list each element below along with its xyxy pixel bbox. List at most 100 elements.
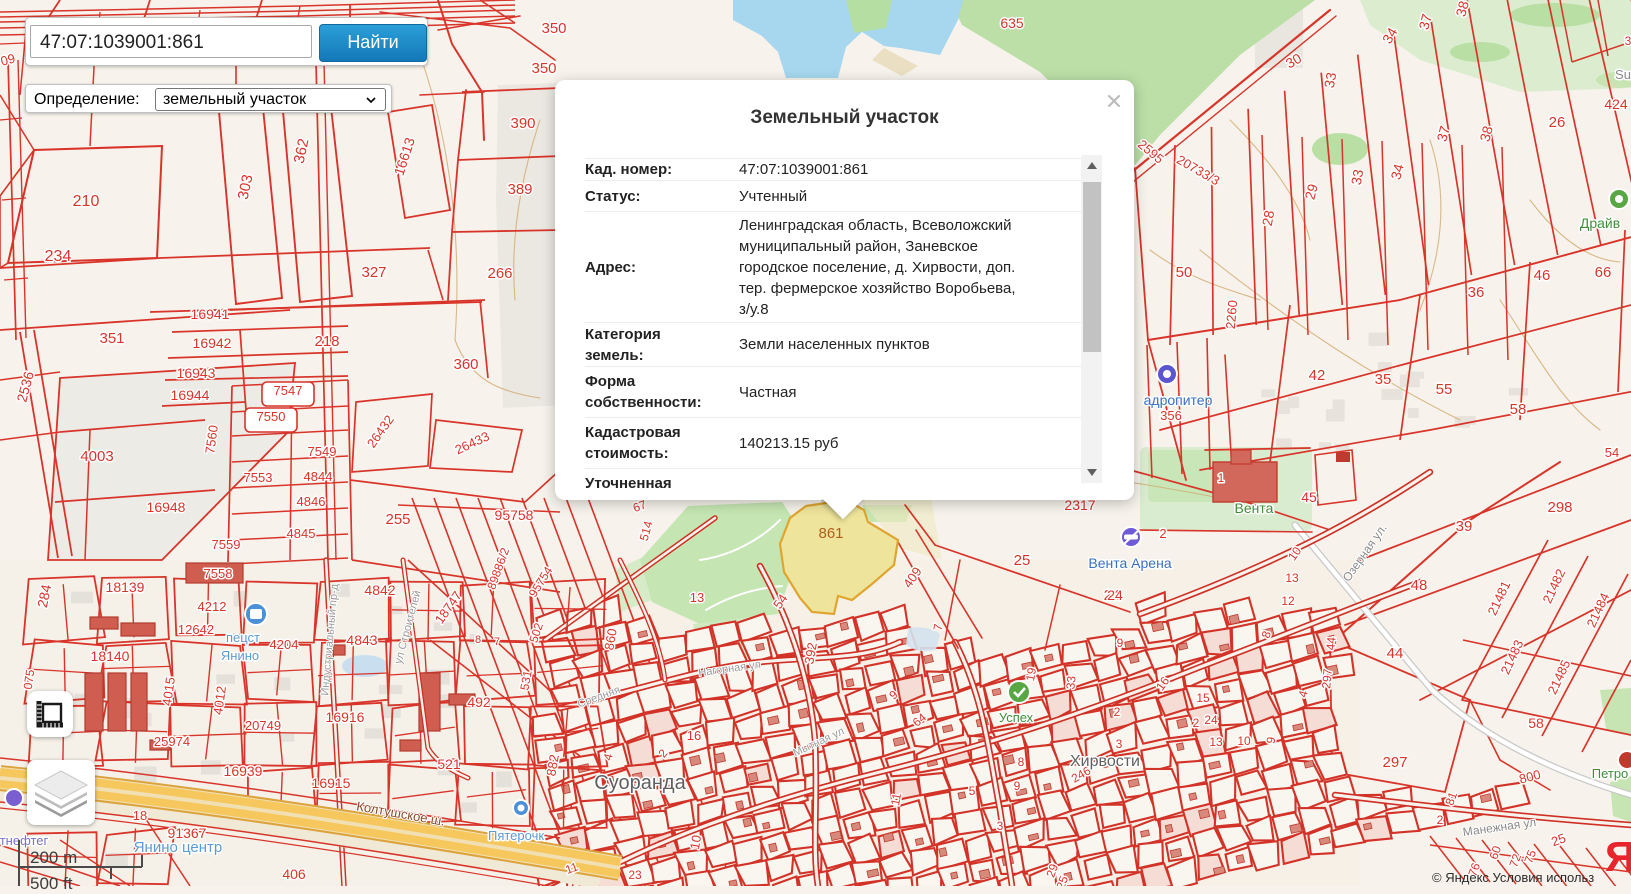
svg-text:Суоранда: Суоранда (594, 772, 686, 794)
svg-text:8: 8 (1018, 755, 1025, 769)
svg-text:Ян: Ян (1605, 833, 1631, 880)
svg-text:266: 266 (487, 265, 512, 282)
svg-text:55: 55 (1436, 381, 1453, 398)
svg-text:26: 26 (1549, 114, 1566, 131)
svg-text:218: 218 (314, 333, 339, 350)
svg-text:5: 5 (969, 784, 976, 798)
svg-text:4846: 4846 (297, 494, 326, 509)
svg-text:48: 48 (1411, 577, 1428, 594)
svg-text:Пятерочк: Пятерочк (488, 828, 544, 843)
svg-text:24: 24 (1204, 713, 1218, 727)
svg-text:58: 58 (1528, 715, 1544, 731)
svg-text:16916: 16916 (326, 709, 365, 725)
svg-text:42: 42 (1309, 367, 1326, 384)
svg-text:351: 351 (99, 330, 124, 347)
svg-text:7558: 7558 (204, 566, 233, 581)
svg-text:3: 3 (997, 819, 1004, 833)
svg-text:4844: 4844 (304, 469, 333, 484)
svg-text:7549: 7549 (308, 444, 337, 459)
svg-text:4842: 4842 (364, 582, 395, 598)
svg-text:© Яндекс Условия использ: © Яндекс Условия использ (1432, 870, 1594, 885)
svg-text:2: 2 (1114, 705, 1121, 719)
svg-text:360: 360 (453, 356, 478, 373)
svg-text:Su: Su (1615, 67, 1631, 82)
svg-text:350: 350 (541, 20, 566, 37)
svg-text:Драйв: Драйв (1580, 215, 1620, 231)
svg-text:521: 521 (437, 756, 461, 772)
svg-text:Хирвости: Хирвости (1070, 753, 1140, 770)
svg-text:33: 33 (1321, 71, 1339, 89)
svg-text:297: 297 (1319, 668, 1335, 689)
svg-text:16948: 16948 (147, 499, 186, 515)
svg-text:пецст: пецст (226, 630, 260, 645)
svg-text:16: 16 (687, 728, 701, 743)
svg-text:210: 210 (73, 193, 100, 210)
svg-text:58: 58 (1510, 401, 1527, 418)
svg-text:7547: 7547 (274, 383, 303, 398)
svg-text:20749: 20749 (245, 718, 281, 733)
svg-text:350: 350 (531, 60, 556, 77)
svg-text:9: 9 (1117, 636, 1124, 650)
svg-text:9: 9 (1014, 779, 1021, 793)
svg-text:45: 45 (1301, 489, 1317, 505)
svg-text:16942: 16942 (193, 335, 232, 351)
svg-text:2260: 2260 (1223, 300, 1240, 330)
svg-text:15: 15 (1196, 691, 1210, 705)
svg-text:4845: 4845 (287, 526, 316, 541)
svg-text:255: 255 (385, 511, 410, 528)
svg-text:12642: 12642 (178, 622, 214, 637)
svg-text:23: 23 (628, 868, 642, 882)
svg-text:12: 12 (1281, 594, 1295, 608)
svg-text:35: 35 (1375, 371, 1392, 388)
svg-text:3: 3 (1116, 737, 1123, 751)
svg-text:4212: 4212 (198, 599, 227, 614)
svg-text:7553: 7553 (244, 470, 273, 485)
svg-text:389: 389 (507, 181, 532, 198)
svg-text:54: 54 (1605, 445, 1619, 460)
svg-text:44: 44 (1323, 636, 1338, 651)
svg-text:Петро: Петро (1592, 766, 1629, 781)
svg-text:13: 13 (1209, 735, 1223, 749)
svg-text:33: 33 (1348, 168, 1366, 186)
svg-text:2: 2 (1193, 716, 1200, 730)
svg-text:50: 50 (1176, 264, 1193, 281)
svg-text:24: 24 (1107, 587, 1123, 603)
svg-text:19: 19 (1023, 666, 1039, 682)
svg-text:327: 327 (361, 264, 386, 281)
svg-text:Янино: Янино (221, 648, 259, 663)
svg-text:36: 36 (1468, 284, 1485, 301)
svg-text:13: 13 (690, 590, 704, 605)
svg-text:13: 13 (1285, 571, 1299, 585)
svg-text:10: 10 (1237, 734, 1251, 748)
svg-text:16943: 16943 (177, 365, 216, 381)
svg-text:406: 406 (282, 866, 306, 882)
svg-text:2: 2 (1437, 813, 1444, 827)
svg-text:7559: 7559 (212, 537, 241, 552)
svg-text:4204: 4204 (270, 637, 299, 652)
svg-text:356: 356 (1160, 408, 1182, 423)
svg-text:39: 39 (1456, 518, 1473, 535)
svg-text:95758: 95758 (495, 507, 534, 523)
svg-text:25974: 25974 (154, 734, 190, 749)
svg-text:16939: 16939 (224, 763, 263, 779)
svg-text:635: 635 (1000, 15, 1024, 31)
svg-text:075: 075 (21, 668, 38, 690)
svg-text:492: 492 (467, 694, 491, 710)
svg-text:16944: 16944 (171, 387, 210, 403)
svg-text:28: 28 (1259, 209, 1277, 227)
svg-text:390: 390 (510, 115, 535, 132)
svg-text:Успех: Успех (999, 710, 1034, 725)
svg-text:Вента Арена: Вента Арена (1088, 555, 1171, 571)
svg-text:16941: 16941 (191, 306, 230, 322)
svg-text:7550: 7550 (257, 409, 286, 424)
svg-text:3: 3 (1625, 34, 1631, 48)
svg-text:18: 18 (133, 808, 147, 823)
svg-text:8: 8 (475, 634, 481, 646)
svg-text:10: 10 (687, 834, 704, 851)
svg-text:1: 1 (1218, 471, 1225, 485)
svg-text:18140: 18140 (91, 648, 130, 664)
svg-text:66: 66 (1595, 264, 1612, 281)
svg-text:Вента: Вента (1235, 500, 1274, 516)
svg-text:44: 44 (1387, 645, 1404, 662)
svg-text:18139: 18139 (106, 579, 145, 595)
